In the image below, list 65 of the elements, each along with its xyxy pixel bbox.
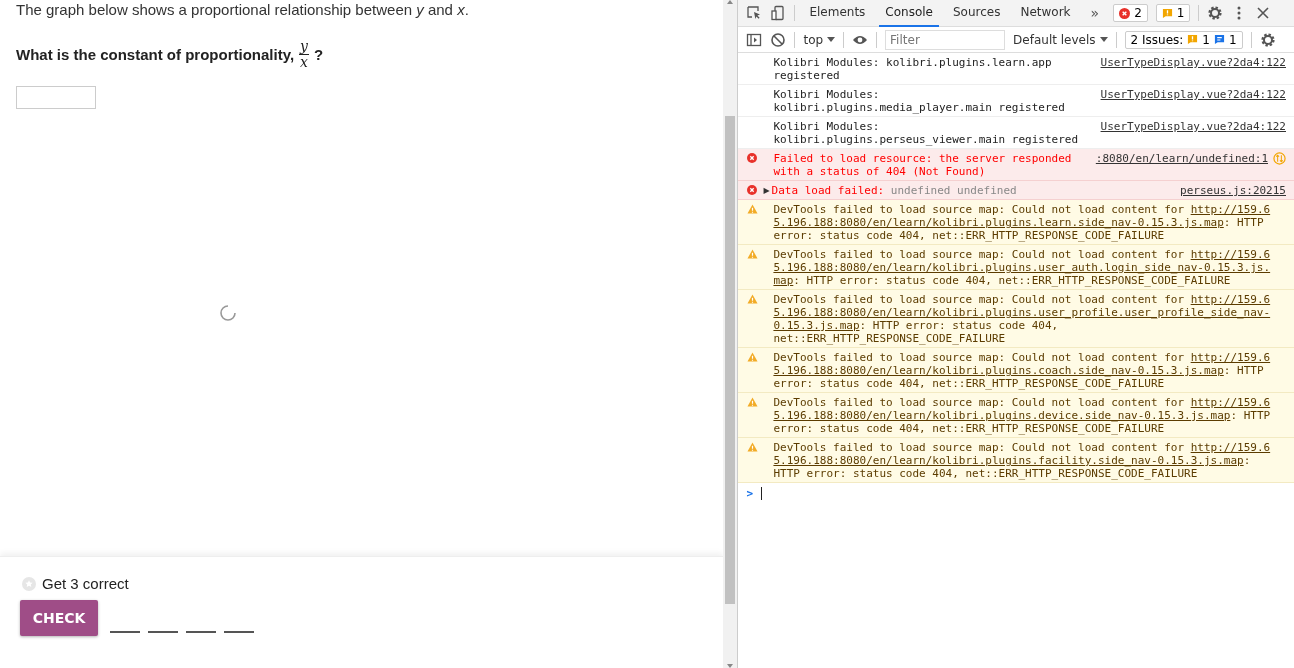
console-message: Kolibri Modules: kolibri.plugins.learn.app registered [773,56,1053,82]
warning-icon [747,352,759,362]
warning-icon [747,442,759,452]
warning-icon [747,294,759,304]
console-message: DevTools failed to load source map: Could not load content for http://159.65.196.188:8080/en/learn/kolibri.plugins.facility.side_nav-0.15.3.js.map: HTTP error: status code 404, net::ERR_HTTP_RESPONSE_CODE_FAILURE [773,441,1272,480]
issues-label: 2 Issues: [1130,32,1184,47]
console-settings-icon[interactable] [1259,31,1276,48]
issues-button[interactable]: 2 Issues: 1 1 [1124,30,1243,49]
clear-console-icon[interactable] [770,31,787,48]
scroll-down-icon[interactable] [727,664,734,668]
question-mark: ? [314,46,324,63]
log-levels-dropdown[interactable]: Default levels [1013,32,1108,47]
warning-icon [1187,34,1199,45]
check-button[interactable]: CHECK [20,600,98,636]
question-text: What is the constant of proportionality, [16,46,295,63]
devtools-tab[interactable]: Elements [803,0,872,27]
console-message: DevTools failed to load source map: Could not load content for http://159.65.196.188:8080/en/learn/kolibri.plugins.device.side_nav-0.15.3.js.map: HTTP error: status code 404, net::ERR_HTTP_RESPONSE_CODE_FAILURE [773,396,1272,435]
device-toolbar-icon[interactable] [770,5,787,21]
warning-count: 1 [1176,6,1185,20]
console-message: DevTools failed to load source map: Could not load content for http://159.65.196.188:8080/en/learn/kolibri.plugins.user_profile.user_profile_side_nav-0.15.3.js.map: HTTP error: status code 404, net::ERR_HTTP_RESPONSE_CODE_FAILURE [773,293,1272,345]
console-prompt: > [746,487,754,500]
fraction: y x [299,39,309,70]
scroll-up-icon[interactable] [727,0,734,4]
warning-icon [747,249,759,259]
info-issue-icon [1213,34,1225,45]
caret-icon [827,37,836,42]
more-tabs-button[interactable]: » [1084,4,1106,22]
context-dropdown[interactable]: top [803,32,836,47]
console-message: Failed to load resource: the server responded with a status of 404 (Not Found) [773,152,1073,178]
answer-field[interactable] [16,86,96,109]
error-icon [747,185,758,195]
error-icon [747,153,758,163]
warning-icon [747,397,759,407]
devtools-tab[interactable]: Sources [947,0,1007,27]
warning-icon [747,204,759,214]
source-link[interactable]: :8080/en/learn/undefined:1 [1095,152,1268,165]
warning-issue-count: 1 [1202,32,1210,47]
expand-toggle[interactable]: ▶ [763,184,770,197]
close-icon[interactable] [1255,5,1272,21]
console-message: DevTools failed to load source map: Could not load content for http://159.65.196.188:8080/en/learn/kolibri.plugins.learn.side_nav-0.15.3.js.map: HTTP error: status code 404, net::ERR_HTTP_RESPONSE_CODE_FAILURE [773,203,1272,242]
question-intro: The graph below shows a proportional relationship between y and x. [16,1,470,19]
inspect-icon[interactable] [746,5,763,21]
source-link[interactable]: UserTypeDisplay.vue?2da4:122 [1100,120,1286,133]
loading-spinner-icon [219,303,237,322]
source-link[interactable]: perseus.js:20215 [1180,184,1286,197]
console-message: Kolibri Modules: kolibri.plugins.media_player.main registered [773,88,1066,114]
goal-text: Get 3 correct [42,575,129,592]
filter-field[interactable]: Filter [885,29,1006,50]
console-message: DevTools failed to load source map: Could not load content for http://159.65.196.188:8080/en/learn/kolibri.plugins.coach.side_nav-0.15.3.js.map: HTTP error: status code 404, net::ERR_HTTP_RESPONSE_CODE_FAILURE [773,351,1272,390]
settings-icon[interactable] [1207,5,1224,21]
error-count-badge[interactable]: 2 [1113,4,1148,22]
warning-icon [1161,7,1173,19]
source-link[interactable]: UserTypeDisplay.vue?2da4:122 [1100,56,1286,69]
error-count: 2 [1134,6,1142,20]
caret-icon [1099,37,1108,42]
console-message: Data load failed: undefined undefined [771,184,1018,197]
scrollbar[interactable] [723,0,738,668]
console-message: DevTools failed to load source map: Could not load content for http://159.65.196.188:8080/en/learn/kolibri.plugins.user_auth.login_side_nav-0.15.3.js.map: HTTP error: status code 404, net::ERR_HTTP_RESPONSE_CODE_FAILURE [773,248,1272,287]
devtools-tab[interactable]: Network [1014,0,1077,27]
warning-count-badge[interactable]: 1 [1155,4,1191,22]
error-icon [1119,7,1131,19]
console-message: Kolibri Modules: kolibri.plugins.perseus_viewer.main registered [773,120,1080,146]
source-link[interactable]: UserTypeDisplay.vue?2da4:122 [1100,88,1286,101]
sidebar-toggle-icon[interactable] [746,31,763,48]
info-issue-count: 1 [1228,32,1237,47]
